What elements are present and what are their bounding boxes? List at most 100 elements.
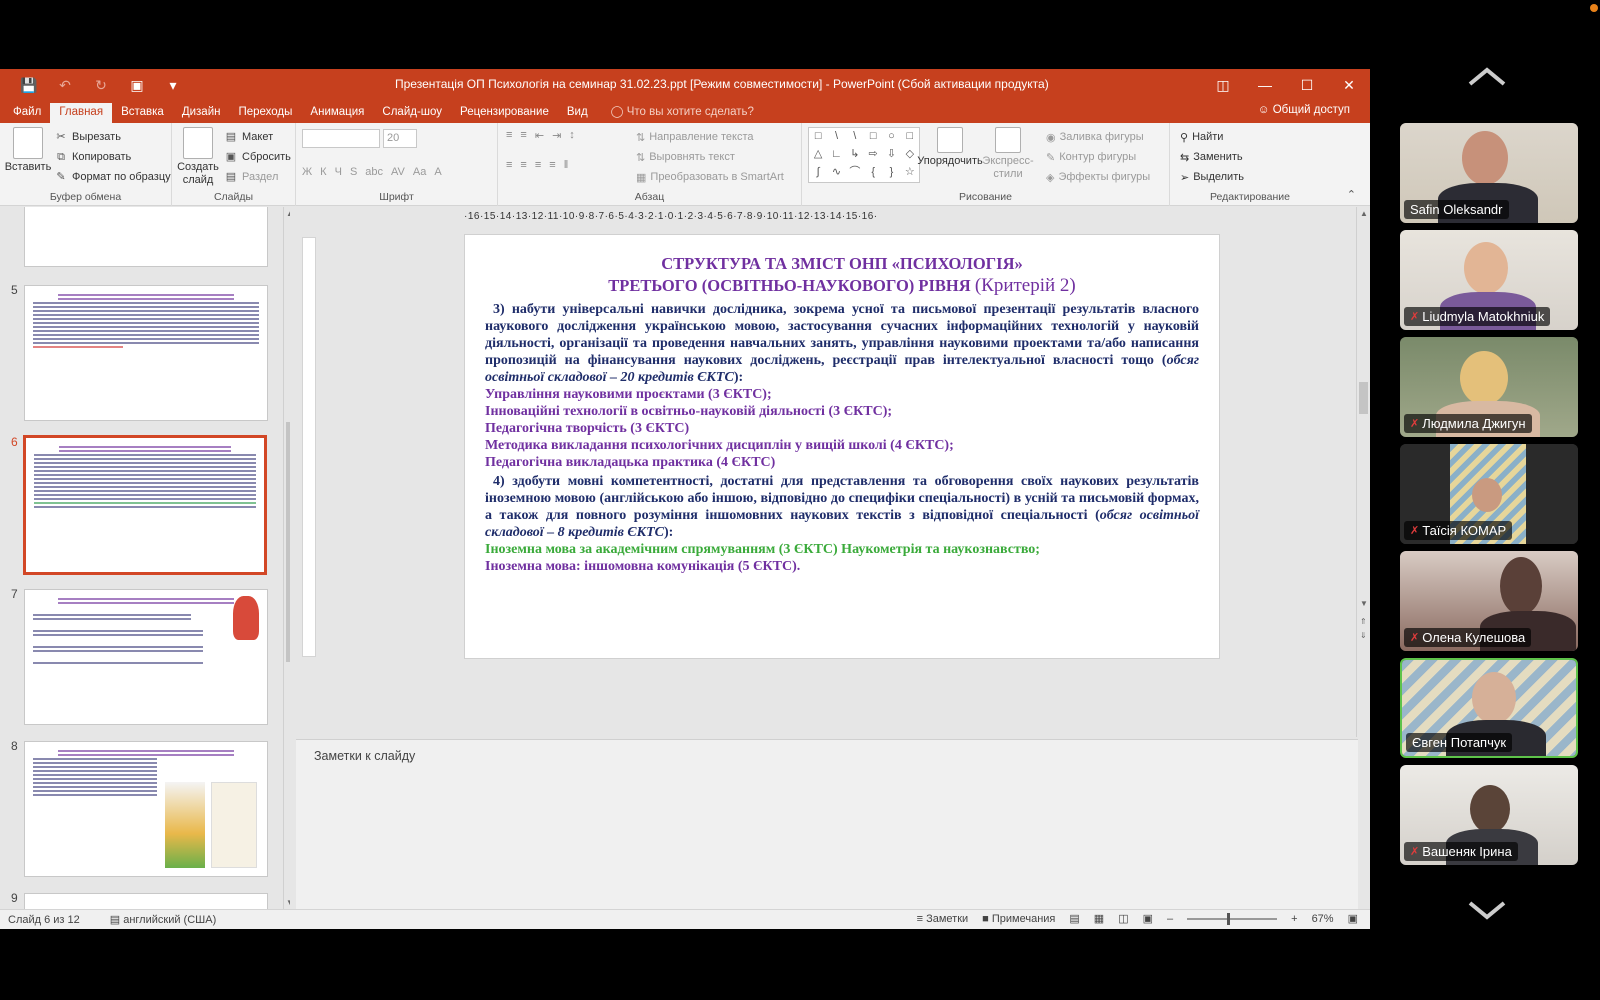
italic-icon[interactable]: К xyxy=(320,166,326,178)
section-button[interactable]: ▤ Раздел xyxy=(224,167,291,187)
collapse-ribbon-icon[interactable]: ⌃ xyxy=(1347,188,1356,201)
bullets-icon[interactable]: ≡ xyxy=(506,129,512,142)
spacing-icon[interactable]: AV xyxy=(391,166,405,178)
zoom-slider[interactable] xyxy=(1187,912,1278,925)
indent-icon[interactable]: ⇤ xyxy=(535,129,544,142)
underline-icon[interactable]: Ч xyxy=(335,166,342,178)
undo-icon[interactable]: ↶ xyxy=(50,73,80,97)
slide-thumbnail-7[interactable] xyxy=(24,589,268,725)
scroll-up-chevron-icon[interactable] xyxy=(1462,62,1512,92)
align-left-icon[interactable]: ≡ xyxy=(506,159,512,171)
shape-outline-button[interactable]: ✎ Контур фигуры xyxy=(1046,147,1150,167)
copy-button[interactable]: ⧉ Копировать xyxy=(54,147,171,167)
thumbnails-scrollbar[interactable]: ▲ ▼ xyxy=(283,207,290,909)
slide-thumbnail-6[interactable] xyxy=(23,435,267,575)
customize-qat-icon[interactable]: ▾ xyxy=(158,73,188,97)
slide-thumbnail-4[interactable] xyxy=(24,207,268,267)
scroll-down-chevron-icon[interactable] xyxy=(1462,895,1512,925)
shape-effects-button[interactable]: ◈ Эффекты фигуры xyxy=(1046,167,1150,187)
align-text-button[interactable]: ⇅ Выровнять текст xyxy=(636,147,784,167)
tab-file[interactable]: Файл xyxy=(4,103,50,123)
format-painter-button[interactable]: ✎ Формат по образцу xyxy=(54,167,170,187)
tab-home[interactable]: Главная xyxy=(50,103,113,123)
paste-button[interactable]: Вставить xyxy=(5,127,51,173)
justify-icon[interactable]: ≡ xyxy=(549,159,555,171)
normal-view-icon[interactable]: ▤ xyxy=(1069,912,1079,925)
columns-icon[interactable]: ‖ xyxy=(564,159,569,171)
participant-tile[interactable]: ✗ Liudmyla Matokhniuk xyxy=(1400,230,1578,330)
notes-pane[interactable]: Заметки к слайду xyxy=(296,739,1358,929)
font-color-icon[interactable]: A xyxy=(434,166,441,178)
participant-tile[interactable]: ✗ Таїсія КОМАР xyxy=(1400,444,1578,544)
minimize-icon[interactable]: — xyxy=(1244,69,1286,101)
slide-thumbnail-5[interactable] xyxy=(24,285,268,421)
case-icon[interactable]: Aa xyxy=(413,166,426,178)
strikethrough-icon[interactable]: abc xyxy=(365,166,383,178)
zoom-in-icon[interactable]: + xyxy=(1291,913,1297,925)
participant-tile[interactable]: Safin Oleksandr xyxy=(1400,123,1578,223)
tab-review[interactable]: Рецензирование xyxy=(451,103,558,123)
language-indicator[interactable]: ▤ английский (США) xyxy=(110,913,216,926)
zoom-out-icon[interactable]: – xyxy=(1167,913,1173,925)
smartart-button[interactable]: ▦ Преобразовать в SmartArt xyxy=(636,167,784,187)
scroll-down-icon[interactable]: ▼ xyxy=(286,898,290,907)
participant-tile[interactable]: ✗ Олена Кулешова xyxy=(1400,551,1578,651)
save-icon[interactable]: 💾 xyxy=(14,73,44,97)
layout-button[interactable]: ▤ Макет xyxy=(224,127,291,147)
font-size-input[interactable]: 20 xyxy=(383,129,417,148)
text-direction-button[interactable]: ⇅ Направление текста xyxy=(636,127,784,147)
outdent-icon[interactable]: ⇥ xyxy=(552,129,561,142)
tell-me-search[interactable]: ◯ Что вы хотите сделать? xyxy=(597,101,760,123)
bold-icon[interactable]: Ж xyxy=(302,166,312,178)
zoom-level[interactable]: 67% xyxy=(1312,913,1334,925)
ribbon-display-icon[interactable]: ◫ xyxy=(1202,69,1244,101)
slide-scrollbar[interactable]: ▲ ▼ ⇑ ⇓ xyxy=(1356,207,1370,737)
align-right-icon[interactable]: ≡ xyxy=(535,159,541,171)
shape-fill-button[interactable]: ◉ Заливка фигуры xyxy=(1046,127,1150,147)
reset-button[interactable]: ▣ Сбросить xyxy=(224,147,291,167)
scroll-up-icon[interactable]: ▲ xyxy=(1360,209,1368,218)
zoom-slider-thumb[interactable] xyxy=(1227,912,1231,925)
current-slide[interactable]: СТРУКТУРА ТА ЗМІСТ ОНП «ПСИХОЛОГІЯ» ТРЕТ… xyxy=(464,234,1220,659)
close-icon[interactable]: ✕ xyxy=(1328,69,1370,101)
line-spacing-icon[interactable]: ↕ xyxy=(569,129,575,142)
arrange-button[interactable]: Упорядочить xyxy=(917,127,983,167)
next-slide-icon[interactable]: ⇓ xyxy=(1360,631,1367,640)
find-button[interactable]: ⚲ Найти xyxy=(1180,127,1244,147)
quick-styles-button[interactable]: Экспресс-стили xyxy=(982,127,1034,181)
tab-animations[interactable]: Анимация xyxy=(301,103,373,123)
slide-thumbnail-8[interactable] xyxy=(24,741,268,877)
shapes-gallery[interactable]: □ \ \ □ ○ □ △ ∟ ↳ ⇨ ⇩ ◇ ∫ ∿ ⌒{} ☆ xyxy=(808,127,920,183)
tab-insert[interactable]: Вставка xyxy=(112,103,173,123)
tab-view[interactable]: Вид xyxy=(558,103,597,123)
comments-toggle-button[interactable]: ■ Примечания xyxy=(982,913,1055,925)
shadow-icon[interactable]: S xyxy=(350,166,357,178)
participant-tile-active-speaker[interactable]: Євген Потапчук xyxy=(1400,658,1578,758)
notes-toggle-button[interactable]: ≡ Заметки xyxy=(917,913,969,925)
reading-view-icon[interactable]: ◫ xyxy=(1118,912,1128,925)
redo-icon[interactable]: ↻ xyxy=(86,73,116,97)
slideshow-view-icon[interactable]: ▣ xyxy=(1143,912,1153,925)
thumbnails-scroll-thumb[interactable] xyxy=(286,422,290,662)
tab-transitions[interactable]: Переходы xyxy=(229,103,301,123)
align-center-icon[interactable]: ≡ xyxy=(520,159,526,171)
participant-tile[interactable]: ✗ Людмила Джигун xyxy=(1400,337,1578,437)
participant-tile[interactable]: ✗ Вашеняк Ірина xyxy=(1400,765,1578,865)
tab-design[interactable]: Дизайн xyxy=(173,103,230,123)
previous-slide-icon[interactable]: ⇑ xyxy=(1360,617,1367,626)
tab-slideshow[interactable]: Слайд-шоу xyxy=(373,103,451,123)
maximize-icon[interactable]: ☐ xyxy=(1286,69,1328,101)
select-button[interactable]: ➢ Выделить xyxy=(1180,167,1244,187)
cut-button[interactable]: ✂ Вырезать xyxy=(54,127,171,147)
scroll-up-icon[interactable]: ▲ xyxy=(286,209,290,218)
scroll-down-icon[interactable]: ▼ xyxy=(1360,599,1368,608)
slideshow-start-icon[interactable]: ▣ xyxy=(122,73,152,97)
replace-button[interactable]: ⇆ Заменить xyxy=(1180,147,1244,167)
share-button[interactable]: ☺ Общий доступ xyxy=(1258,104,1350,116)
font-name-input[interactable] xyxy=(302,129,380,148)
slide-scroll-thumb[interactable] xyxy=(1359,382,1368,414)
slide-thumbnail-9[interactable] xyxy=(24,893,268,909)
slide-sorter-icon[interactable]: ▦ xyxy=(1094,912,1104,925)
new-slide-button[interactable]: Создать слайд xyxy=(176,127,220,187)
numbering-icon[interactable]: ≡ xyxy=(520,129,526,142)
